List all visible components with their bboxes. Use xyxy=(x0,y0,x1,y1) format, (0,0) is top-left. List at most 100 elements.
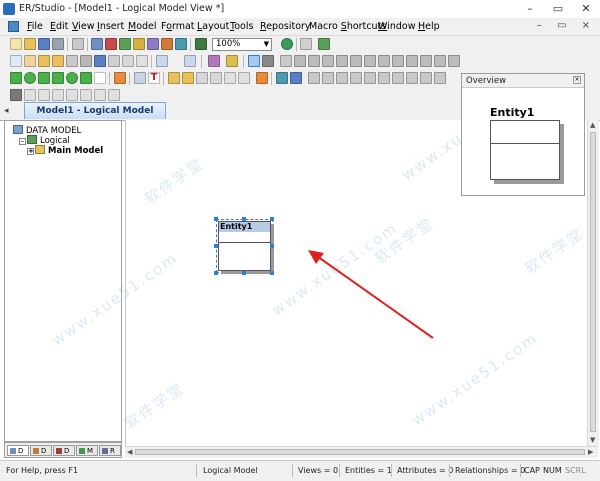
relationship-onetoone-icon[interactable] xyxy=(336,55,348,67)
line-icon[interactable] xyxy=(420,55,432,67)
layout-hierarchical-icon[interactable] xyxy=(10,89,22,101)
space-down-icon[interactable] xyxy=(434,72,446,84)
explorer-tab-data-lineage[interactable]: D xyxy=(53,445,75,456)
generate-icon[interactable] xyxy=(119,38,131,50)
view-tool-icon[interactable] xyxy=(262,55,274,67)
entity-name-label[interactable]: Entity1 xyxy=(219,222,270,232)
print-icon[interactable] xyxy=(52,38,64,50)
menu-macro-shortcuts[interactable]: Macro Shortcuts xyxy=(309,21,386,32)
fit-icon[interactable] xyxy=(80,55,92,67)
layout-redo-icon[interactable] xyxy=(108,89,120,101)
menu-file[interactable]: File xyxy=(27,21,43,32)
minimize-button[interactable]: – xyxy=(516,0,544,18)
tab-logical-model-view[interactable]: Model1 - Logical Model View * xyxy=(24,102,166,132)
align-bottom-icon[interactable] xyxy=(378,72,390,84)
entity-box[interactable]: Entity1 xyxy=(218,221,271,271)
hexagon-shape-icon[interactable] xyxy=(80,72,92,84)
text-block-icon[interactable] xyxy=(392,55,404,67)
align-top-icon[interactable] xyxy=(350,72,362,84)
entity-tool-icon[interactable] xyxy=(248,55,260,67)
expand-icon[interactable]: + xyxy=(27,148,34,155)
grid-icon[interactable] xyxy=(122,55,134,67)
layout-icon[interactable] xyxy=(108,55,120,67)
redo-icon[interactable] xyxy=(184,55,196,67)
same-width-icon[interactable] xyxy=(392,72,404,84)
subtype-icon[interactable] xyxy=(364,55,376,67)
layout-tree-icon[interactable] xyxy=(66,89,78,101)
rounded-rect-shape-icon[interactable] xyxy=(38,72,50,84)
explorer-tab-repository[interactable]: R xyxy=(99,445,121,456)
ellipse-shape-icon[interactable] xyxy=(24,72,36,84)
maximize-button[interactable]: ▭ xyxy=(544,0,572,18)
database-icon[interactable] xyxy=(175,38,187,50)
text-tool-icon[interactable]: T xyxy=(148,72,160,84)
bring-front-icon[interactable] xyxy=(168,72,180,84)
circle-shape-icon[interactable] xyxy=(66,72,78,84)
resize-handle[interactable] xyxy=(214,244,218,248)
layout-incremental-icon[interactable] xyxy=(80,89,92,101)
tree-item-main-model[interactable]: + Main Model xyxy=(27,145,103,156)
menu-view[interactable]: View xyxy=(72,21,95,32)
vertical-scrollbar[interactable]: ▲ ▼ xyxy=(587,120,599,446)
relationship-tool-icon[interactable] xyxy=(280,55,292,67)
save-icon[interactable] xyxy=(38,38,50,50)
arrow-right-shape-icon[interactable] xyxy=(114,72,126,84)
group-icon[interactable] xyxy=(196,72,208,84)
same-height-icon[interactable] xyxy=(406,72,418,84)
space-across-icon[interactable] xyxy=(420,72,432,84)
resize-handle[interactable] xyxy=(270,244,274,248)
horizontal-scroll-thumb[interactable] xyxy=(135,449,585,455)
zoom-in-icon[interactable] xyxy=(38,55,50,67)
horizontal-scrollbar[interactable]: ◀ ▶ xyxy=(125,446,598,458)
zoom-select[interactable]: 100% ▼ xyxy=(212,38,272,51)
undo-icon[interactable] xyxy=(156,55,168,67)
explorer-tab-data-model[interactable]: D xyxy=(7,445,29,456)
menu-insert[interactable]: Insert xyxy=(97,21,124,32)
menu-repository[interactable]: Repository xyxy=(260,21,311,32)
submodel-icon[interactable] xyxy=(161,38,173,50)
menu-model[interactable]: Model xyxy=(128,21,157,32)
relationship-identifying-icon[interactable] xyxy=(294,55,306,67)
fill-color-icon[interactable] xyxy=(256,72,268,84)
note-icon[interactable] xyxy=(226,55,238,67)
connector-icon[interactable] xyxy=(448,55,460,67)
relationship-nonspecific-icon[interactable] xyxy=(350,55,362,67)
scroll-down-icon[interactable]: ▼ xyxy=(590,436,595,444)
overview-icon[interactable] xyxy=(94,55,106,67)
menu-layout[interactable]: Layout xyxy=(197,21,229,32)
zoom-out-icon[interactable] xyxy=(52,55,64,67)
overview-close-icon[interactable]: × xyxy=(573,76,581,84)
relationship-nonidentifying-icon[interactable] xyxy=(308,55,320,67)
open-icon[interactable] xyxy=(24,38,36,50)
select-arrow-icon[interactable] xyxy=(10,55,22,67)
tab-scroll-left-icon[interactable]: ◂ xyxy=(4,106,9,116)
resize-handle[interactable] xyxy=(214,271,218,275)
collapse-icon[interactable]: – xyxy=(19,138,26,145)
rectangle-shape-icon[interactable] xyxy=(10,72,22,84)
overview-entity-box[interactable] xyxy=(490,120,560,180)
resize-handle[interactable] xyxy=(270,217,274,221)
resize-handle[interactable] xyxy=(242,217,246,221)
align-icon[interactable] xyxy=(136,55,148,67)
menu-edit[interactable]: Edit xyxy=(50,21,68,32)
zoom-fit-icon[interactable] xyxy=(300,38,312,50)
layout-symmetric-icon[interactable] xyxy=(52,89,64,101)
send-back-icon[interactable] xyxy=(182,72,194,84)
align-center-icon[interactable] xyxy=(322,72,334,84)
vertical-scroll-thumb[interactable] xyxy=(590,132,596,432)
scroll-up-icon[interactable]: ▲ xyxy=(590,121,595,129)
explorer-tab-macros[interactable]: M xyxy=(76,445,98,456)
globe-icon[interactable] xyxy=(281,38,293,50)
line-color-icon[interactable] xyxy=(276,72,288,84)
layout-circular-icon[interactable] xyxy=(24,89,36,101)
align-right-icon[interactable] xyxy=(336,72,348,84)
validate-icon[interactable] xyxy=(105,38,117,50)
menu-window[interactable]: Window xyxy=(378,21,415,32)
view-relationship-icon[interactable] xyxy=(378,55,390,67)
layout-compact-icon[interactable] xyxy=(94,89,106,101)
explorer-tab-data-dictionary[interactable]: D xyxy=(30,445,52,456)
scroll-left-icon[interactable]: ◀ xyxy=(127,448,132,456)
flip-icon[interactable] xyxy=(238,72,250,84)
compare-icon[interactable] xyxy=(91,38,103,50)
menu-tools[interactable]: Tools xyxy=(230,21,253,32)
